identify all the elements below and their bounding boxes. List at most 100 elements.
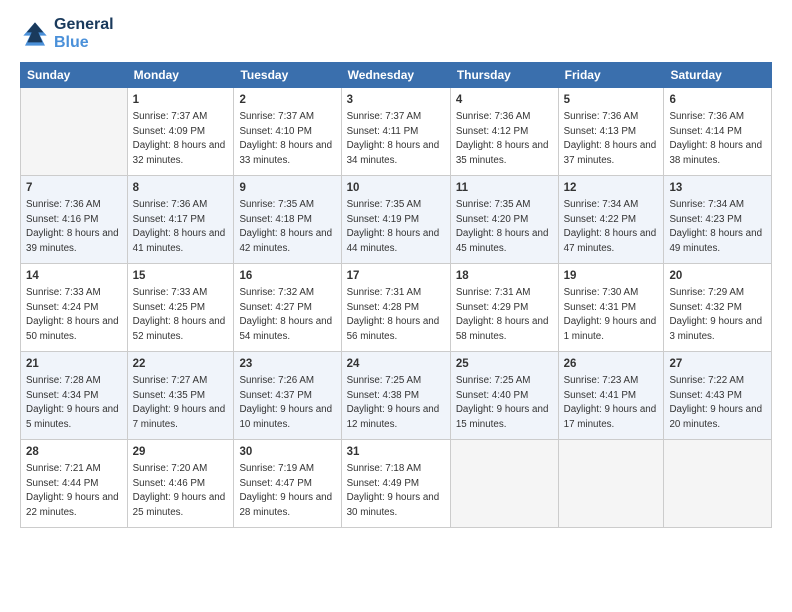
calendar-row: 7 Sunrise: 7:36 AMSunset: 4:16 PMDayligh… (21, 176, 772, 264)
logo-icon (20, 19, 50, 49)
day-number: 6 (669, 92, 766, 108)
calendar-cell (21, 88, 128, 176)
day-info: Sunrise: 7:35 AMSunset: 4:19 PMDaylight:… (347, 199, 440, 254)
calendar-cell: 2 Sunrise: 7:37 AMSunset: 4:10 PMDayligh… (234, 88, 341, 176)
weekday-header: Saturday (664, 63, 772, 88)
day-info: Sunrise: 7:36 AMSunset: 4:17 PMDaylight:… (133, 199, 226, 254)
calendar-cell: 30 Sunrise: 7:19 AMSunset: 4:47 PMDaylig… (234, 440, 341, 528)
header: General Blue (20, 16, 772, 52)
day-number: 23 (239, 356, 335, 372)
calendar-cell: 16 Sunrise: 7:32 AMSunset: 4:27 PMDaylig… (234, 264, 341, 352)
weekday-header: Monday (127, 63, 234, 88)
day-info: Sunrise: 7:19 AMSunset: 4:47 PMDaylight:… (239, 463, 332, 518)
weekday-header: Sunday (21, 63, 128, 88)
day-number: 9 (239, 180, 335, 196)
day-info: Sunrise: 7:35 AMSunset: 4:20 PMDaylight:… (456, 199, 549, 254)
calendar-cell: 31 Sunrise: 7:18 AMSunset: 4:49 PMDaylig… (341, 440, 450, 528)
calendar-cell: 6 Sunrise: 7:36 AMSunset: 4:14 PMDayligh… (664, 88, 772, 176)
day-info: Sunrise: 7:31 AMSunset: 4:29 PMDaylight:… (456, 287, 549, 342)
day-info: Sunrise: 7:37 AMSunset: 4:10 PMDaylight:… (239, 111, 332, 166)
weekday-header: Thursday (450, 63, 558, 88)
calendar-cell: 26 Sunrise: 7:23 AMSunset: 4:41 PMDaylig… (558, 352, 664, 440)
calendar-cell: 7 Sunrise: 7:36 AMSunset: 4:16 PMDayligh… (21, 176, 128, 264)
day-info: Sunrise: 7:32 AMSunset: 4:27 PMDaylight:… (239, 287, 332, 342)
day-info: Sunrise: 7:22 AMSunset: 4:43 PMDaylight:… (669, 375, 762, 430)
day-info: Sunrise: 7:23 AMSunset: 4:41 PMDaylight:… (564, 375, 657, 430)
day-info: Sunrise: 7:18 AMSunset: 4:49 PMDaylight:… (347, 463, 440, 518)
day-number: 19 (564, 268, 659, 284)
calendar-cell: 25 Sunrise: 7:25 AMSunset: 4:40 PMDaylig… (450, 352, 558, 440)
calendar-body: 1 Sunrise: 7:37 AMSunset: 4:09 PMDayligh… (21, 88, 772, 528)
day-number: 15 (133, 268, 229, 284)
weekday-header: Friday (558, 63, 664, 88)
weekday-header: Tuesday (234, 63, 341, 88)
calendar-cell: 18 Sunrise: 7:31 AMSunset: 4:29 PMDaylig… (450, 264, 558, 352)
day-number: 7 (26, 180, 122, 196)
day-info: Sunrise: 7:30 AMSunset: 4:31 PMDaylight:… (564, 287, 657, 342)
logo: General Blue (20, 16, 114, 52)
day-number: 8 (133, 180, 229, 196)
calendar-cell: 24 Sunrise: 7:25 AMSunset: 4:38 PMDaylig… (341, 352, 450, 440)
day-info: Sunrise: 7:36 AMSunset: 4:12 PMDaylight:… (456, 111, 549, 166)
calendar-cell: 12 Sunrise: 7:34 AMSunset: 4:22 PMDaylig… (558, 176, 664, 264)
calendar-row: 21 Sunrise: 7:28 AMSunset: 4:34 PMDaylig… (21, 352, 772, 440)
calendar-cell: 28 Sunrise: 7:21 AMSunset: 4:44 PMDaylig… (21, 440, 128, 528)
page: General Blue SundayMondayTuesdayWednesda… (0, 0, 792, 612)
day-number: 25 (456, 356, 553, 372)
calendar-cell (558, 440, 664, 528)
day-info: Sunrise: 7:34 AMSunset: 4:23 PMDaylight:… (669, 199, 762, 254)
day-number: 18 (456, 268, 553, 284)
day-number: 22 (133, 356, 229, 372)
calendar-cell: 27 Sunrise: 7:22 AMSunset: 4:43 PMDaylig… (664, 352, 772, 440)
calendar-row: 14 Sunrise: 7:33 AMSunset: 4:24 PMDaylig… (21, 264, 772, 352)
calendar-cell: 10 Sunrise: 7:35 AMSunset: 4:19 PMDaylig… (341, 176, 450, 264)
calendar-cell (664, 440, 772, 528)
day-info: Sunrise: 7:33 AMSunset: 4:25 PMDaylight:… (133, 287, 226, 342)
calendar-cell: 9 Sunrise: 7:35 AMSunset: 4:18 PMDayligh… (234, 176, 341, 264)
day-number: 26 (564, 356, 659, 372)
day-number: 30 (239, 444, 335, 460)
day-number: 4 (456, 92, 553, 108)
day-info: Sunrise: 7:27 AMSunset: 4:35 PMDaylight:… (133, 375, 226, 430)
calendar-cell: 13 Sunrise: 7:34 AMSunset: 4:23 PMDaylig… (664, 176, 772, 264)
calendar-row: 1 Sunrise: 7:37 AMSunset: 4:09 PMDayligh… (21, 88, 772, 176)
day-number: 21 (26, 356, 122, 372)
calendar-header-row: SundayMondayTuesdayWednesdayThursdayFrid… (21, 63, 772, 88)
calendar-cell: 21 Sunrise: 7:28 AMSunset: 4:34 PMDaylig… (21, 352, 128, 440)
day-info: Sunrise: 7:25 AMSunset: 4:40 PMDaylight:… (456, 375, 549, 430)
calendar-cell: 17 Sunrise: 7:31 AMSunset: 4:28 PMDaylig… (341, 264, 450, 352)
day-info: Sunrise: 7:37 AMSunset: 4:09 PMDaylight:… (133, 111, 226, 166)
calendar-table: SundayMondayTuesdayWednesdayThursdayFrid… (20, 62, 772, 528)
day-info: Sunrise: 7:35 AMSunset: 4:18 PMDaylight:… (239, 199, 332, 254)
day-info: Sunrise: 7:25 AMSunset: 4:38 PMDaylight:… (347, 375, 440, 430)
day-info: Sunrise: 7:31 AMSunset: 4:28 PMDaylight:… (347, 287, 440, 342)
day-number: 10 (347, 180, 445, 196)
day-number: 24 (347, 356, 445, 372)
day-info: Sunrise: 7:29 AMSunset: 4:32 PMDaylight:… (669, 287, 762, 342)
day-number: 1 (133, 92, 229, 108)
day-number: 14 (26, 268, 122, 284)
day-number: 20 (669, 268, 766, 284)
calendar-cell: 8 Sunrise: 7:36 AMSunset: 4:17 PMDayligh… (127, 176, 234, 264)
calendar-cell: 4 Sunrise: 7:36 AMSunset: 4:12 PMDayligh… (450, 88, 558, 176)
calendar-cell: 3 Sunrise: 7:37 AMSunset: 4:11 PMDayligh… (341, 88, 450, 176)
day-info: Sunrise: 7:36 AMSunset: 4:16 PMDaylight:… (26, 199, 119, 254)
day-number: 11 (456, 180, 553, 196)
calendar-cell: 29 Sunrise: 7:20 AMSunset: 4:46 PMDaylig… (127, 440, 234, 528)
day-info: Sunrise: 7:20 AMSunset: 4:46 PMDaylight:… (133, 463, 226, 518)
calendar-cell: 14 Sunrise: 7:33 AMSunset: 4:24 PMDaylig… (21, 264, 128, 352)
day-info: Sunrise: 7:26 AMSunset: 4:37 PMDaylight:… (239, 375, 332, 430)
day-number: 5 (564, 92, 659, 108)
day-number: 16 (239, 268, 335, 284)
day-info: Sunrise: 7:21 AMSunset: 4:44 PMDaylight:… (26, 463, 119, 518)
calendar-cell: 15 Sunrise: 7:33 AMSunset: 4:25 PMDaylig… (127, 264, 234, 352)
day-number: 27 (669, 356, 766, 372)
day-number: 12 (564, 180, 659, 196)
calendar-cell: 11 Sunrise: 7:35 AMSunset: 4:20 PMDaylig… (450, 176, 558, 264)
day-number: 17 (347, 268, 445, 284)
day-number: 29 (133, 444, 229, 460)
weekday-header: Wednesday (341, 63, 450, 88)
calendar-cell: 20 Sunrise: 7:29 AMSunset: 4:32 PMDaylig… (664, 264, 772, 352)
day-info: Sunrise: 7:36 AMSunset: 4:14 PMDaylight:… (669, 111, 762, 166)
logo-text: General Blue (54, 16, 114, 52)
